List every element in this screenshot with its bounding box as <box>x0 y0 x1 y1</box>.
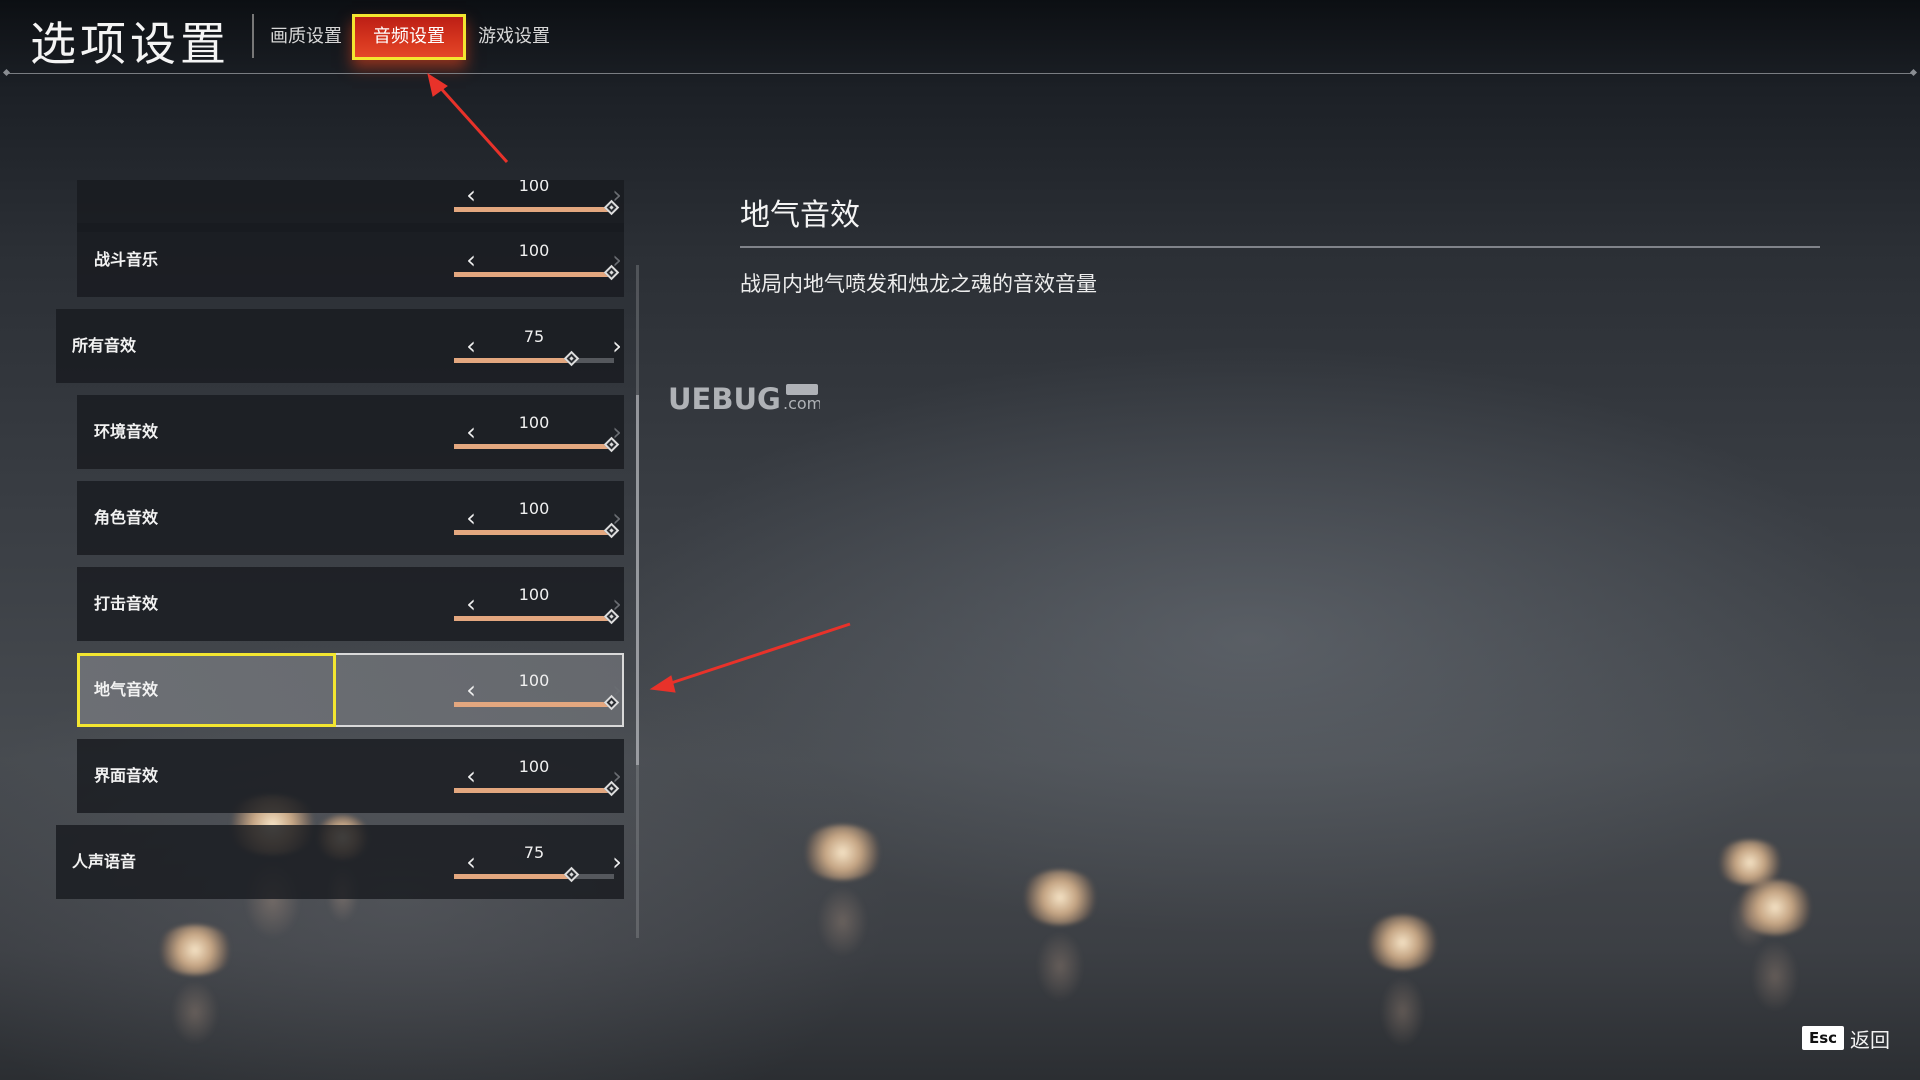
page-title: 选项设置 <box>30 17 230 71</box>
slider-fill <box>454 788 614 793</box>
esc-key-badge[interactable]: Esc <box>1802 1026 1844 1050</box>
tab-game[interactable]: 游戏设置 <box>472 14 556 60</box>
setting-label: 环境音效 <box>94 422 159 441</box>
slider-fill <box>454 444 614 449</box>
annotation-highlight-box <box>352 14 466 60</box>
description-divider <box>740 246 1820 248</box>
volume-slider[interactable] <box>454 436 620 453</box>
arrow-right-icon[interactable]: › <box>607 245 626 275</box>
setting-value: 100 <box>518 671 550 690</box>
volume-slider[interactable] <box>454 264 620 281</box>
volume-slider[interactable] <box>454 866 614 883</box>
slider-fill <box>454 358 574 363</box>
arrow-right-icon[interactable]: › <box>607 761 626 791</box>
arrow-right-icon[interactable]: › <box>607 589 626 619</box>
volume-slider[interactable] <box>454 350 614 367</box>
volume-slider[interactable] <box>454 522 620 539</box>
volume-slider[interactable] <box>454 199 620 216</box>
setting-label: 所有音效 <box>72 336 137 355</box>
setting-value: 100 <box>518 413 550 432</box>
tab-audio[interactable]: 音频设置 <box>352 14 466 60</box>
scrollbar-thumb[interactable] <box>636 395 639 765</box>
setting-label: 打击音效 <box>94 594 159 613</box>
header-divider <box>2 68 1918 77</box>
slider-fill <box>454 272 614 277</box>
setting-row[interactable]: 人声语音 ‹ 75 › <box>56 825 624 899</box>
arrow-right-icon[interactable]: › <box>607 503 626 533</box>
setting-row[interactable]: 所有音效 ‹ 75 › <box>56 309 624 383</box>
arrow-right-icon[interactable]: › <box>607 331 626 361</box>
divider-diamond-icon <box>1909 68 1918 77</box>
slider-fill <box>454 530 614 535</box>
description-text: 战局内地气喷发和烛龙之魂的音效音量 <box>740 272 1097 296</box>
slider-knob-icon[interactable] <box>563 866 580 883</box>
setting-row[interactable]: 打击音效 ‹ 100 › <box>77 567 624 641</box>
svg-text:UEBUG: UEBUG <box>668 382 781 416</box>
volume-slider[interactable] <box>454 780 620 797</box>
title-divider <box>252 14 254 58</box>
tab-graphics[interactable]: 画质设置 <box>264 14 348 60</box>
uebug-watermark-logo: UEBUG .com <box>668 382 820 416</box>
audio-settings-list: ‹ 100 › 战斗音乐 ‹ 100 › 所有音效 ‹ 75 › 环境音效 ‹ 100 › 角色音效 ‹ 1… <box>56 180 626 938</box>
setting-value: 100 <box>518 241 550 260</box>
setting-value: 100 <box>518 499 550 518</box>
back-button[interactable]: 返回 <box>1850 1024 1890 1053</box>
arrow-right-icon[interactable]: › <box>607 180 626 210</box>
setting-label: 人声语音 <box>72 852 137 871</box>
setting-value: 100 <box>518 757 550 776</box>
lantern-glow <box>1715 840 1785 948</box>
setting-value: 75 <box>523 327 545 346</box>
svg-text:.com: .com <box>783 394 820 413</box>
setting-row[interactable]: 战斗音乐 ‹ 100 › <box>77 223 624 297</box>
annotation-arrow <box>427 72 509 164</box>
lantern-glow <box>800 825 885 957</box>
annotation-highlight-box <box>77 653 336 727</box>
setting-row[interactable]: 界面音效 ‹ 100 › <box>77 739 624 813</box>
setting-value: 75 <box>523 843 545 862</box>
annotation-arrow <box>649 622 851 693</box>
slider-fill <box>454 616 614 621</box>
setting-row[interactable]: 环境音效 ‹ 100 › <box>77 395 624 469</box>
list-scrollbar[interactable] <box>636 265 639 938</box>
arrow-right-icon[interactable]: › <box>607 847 626 877</box>
setting-value: 100 <box>518 585 550 604</box>
top-header: 选项设置 画质设置 音频设置 游戏设置 <box>0 0 1920 77</box>
arrow-right-icon[interactable]: › <box>607 417 626 447</box>
lantern-glow <box>1735 880 1815 1012</box>
lantern-glow <box>1020 870 1100 1002</box>
setting-label: 角色音效 <box>94 508 159 527</box>
slider-fill <box>454 702 614 707</box>
slider-knob-icon[interactable] <box>563 350 580 367</box>
setting-row[interactable]: 地气音效 ‹ 100 › <box>77 653 624 727</box>
slider-fill <box>454 874 574 879</box>
volume-slider[interactable] <box>454 694 620 711</box>
arrow-right-icon[interactable]: › <box>607 675 626 705</box>
divider-diamond-icon <box>2 68 11 77</box>
setting-label: 界面音效 <box>94 766 159 785</box>
setting-value: 100 <box>518 180 550 195</box>
setting-label: 战斗音乐 <box>94 250 159 269</box>
setting-row[interactable]: 角色音效 ‹ 100 › <box>77 481 624 555</box>
volume-slider[interactable] <box>454 608 620 625</box>
description-title: 地气音效 <box>740 198 860 233</box>
lantern-glow <box>1365 915 1440 1047</box>
